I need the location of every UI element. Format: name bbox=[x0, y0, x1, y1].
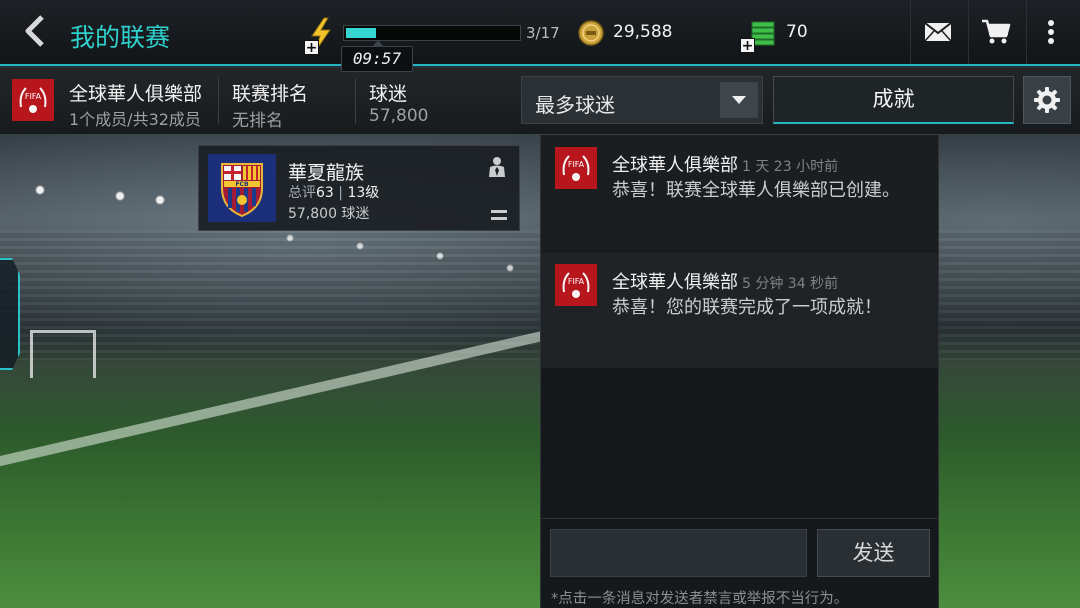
message-item[interactable]: FIFA 全球華人俱樂部 1 天 23 小时前 恭喜！联赛全球華人俱樂部已创建。 bbox=[541, 135, 938, 251]
energy-timer: 09:57 bbox=[341, 40, 413, 72]
more-menu-button[interactable] bbox=[1028, 12, 1074, 52]
message-time: 5 分钟 34 秒前 bbox=[742, 276, 839, 292]
message-text: 恭喜！您的联赛完成了一项成就！ bbox=[612, 297, 882, 318]
club-name: 華夏龍族 bbox=[288, 162, 365, 184]
message-text: 恭喜！联赛全球華人俱樂部已创建。 bbox=[612, 180, 900, 201]
message-sender: 全球華人俱樂部 5 分钟 34 秒前 bbox=[612, 268, 838, 294]
cart-icon bbox=[982, 19, 1011, 44]
club-level: 13级 bbox=[347, 185, 380, 201]
sender-logo: FIFA bbox=[555, 264, 597, 306]
achievements-button[interactable]: 成就 bbox=[773, 76, 1014, 124]
gear-icon bbox=[1034, 87, 1060, 113]
plus-icon: + bbox=[740, 38, 755, 54]
sender-name: 全球華人俱樂部 bbox=[612, 155, 738, 176]
club-fans: 57,800 球迷 bbox=[288, 206, 370, 222]
fans-value: 57,800 bbox=[369, 106, 429, 126]
goal-post bbox=[30, 330, 96, 378]
fans-label: 球迷 bbox=[369, 83, 408, 105]
divider bbox=[968, 0, 969, 64]
store-button[interactable] bbox=[970, 12, 1022, 52]
message-sender: 全球華人俱樂部 1 天 23 小时前 bbox=[612, 151, 838, 177]
svg-text:FCB: FCB bbox=[235, 181, 249, 188]
sort-dropdown[interactable]: 最多球迷 bbox=[521, 76, 763, 124]
settings-button[interactable] bbox=[1023, 76, 1071, 124]
rating-prefix: 总评 bbox=[288, 185, 316, 201]
mail-icon bbox=[924, 22, 952, 42]
plus-icon: + bbox=[304, 40, 319, 56]
rating-separator: | bbox=[333, 185, 348, 201]
league-member-count: 1个成员/共32成员 bbox=[69, 110, 201, 129]
energy-count: 3/17 bbox=[526, 24, 560, 42]
svg-text:FIFA: FIFA bbox=[568, 277, 585, 286]
mail-button[interactable] bbox=[912, 12, 964, 52]
dropdown-toggle[interactable] bbox=[720, 82, 758, 118]
energy-bar-fill bbox=[346, 28, 376, 38]
divider bbox=[355, 78, 356, 124]
sender-name: 全球華人俱樂部 bbox=[612, 272, 738, 293]
fifa-points-button[interactable]: + bbox=[740, 18, 776, 53]
divider bbox=[1026, 0, 1027, 64]
rank-unchanged-icon bbox=[491, 206, 507, 220]
coin-icon bbox=[578, 20, 604, 46]
divider bbox=[218, 78, 219, 124]
svg-text:FIFA: FIFA bbox=[25, 92, 42, 101]
sender-logo: FIFA bbox=[555, 147, 597, 189]
chevron-down-icon bbox=[732, 96, 746, 104]
message-item[interactable]: FIFA 全球華人俱樂部 5 分钟 34 秒前 恭喜！您的联赛完成了一项成就！ bbox=[541, 252, 938, 368]
more-vertical-icon bbox=[1048, 20, 1054, 44]
rating-value: 63 bbox=[316, 185, 334, 201]
divider bbox=[910, 0, 911, 64]
member-card[interactable]: FCB 華夏龍族 总评63 | 13级 57,800 球迷 bbox=[198, 145, 520, 231]
energy-bar bbox=[343, 25, 521, 41]
back-button[interactable] bbox=[18, 14, 52, 48]
energy-refill-button[interactable]: + bbox=[302, 16, 336, 56]
sort-selected-value: 最多球迷 bbox=[535, 93, 615, 117]
chat-hint: *点击一条消息对发送者禁言或举报不当行为。 bbox=[551, 591, 849, 607]
back-arrow-icon bbox=[25, 15, 44, 47]
side-drawer-handle[interactable] bbox=[0, 258, 20, 370]
send-button[interactable]: 发送 bbox=[817, 529, 930, 577]
chat-input[interactable] bbox=[550, 529, 807, 577]
manager-icon bbox=[487, 156, 507, 178]
message-time: 1 天 23 小时前 bbox=[742, 159, 839, 175]
message-panel: FIFA 全球華人俱樂部 1 天 23 小时前 恭喜！联赛全球華人俱樂部已创建。 … bbox=[540, 135, 939, 608]
club-rating: 总评63 | 13级 bbox=[288, 182, 379, 202]
svg-text:FIFA: FIFA bbox=[568, 160, 585, 169]
league-name: 全球華人俱樂部 bbox=[69, 83, 203, 105]
page-title: 我的联赛 bbox=[70, 23, 171, 52]
divider bbox=[541, 518, 938, 519]
coin-balance: 29,588 bbox=[613, 22, 673, 42]
league-rank-value: 无排名 bbox=[232, 111, 283, 131]
top-bar: 我的联赛 + 3/17 29,588 + 70 bbox=[0, 0, 1080, 66]
fifa-points-balance: 70 bbox=[786, 22, 808, 42]
league-header: FIFA 全球華人俱樂部 1个成员/共32成员 联赛排名 无排名 球迷 57,8… bbox=[0, 68, 1080, 134]
league-logo[interactable]: FIFA bbox=[12, 79, 54, 121]
club-crest: FCB bbox=[208, 154, 276, 222]
league-rank-label: 联赛排名 bbox=[232, 83, 309, 105]
